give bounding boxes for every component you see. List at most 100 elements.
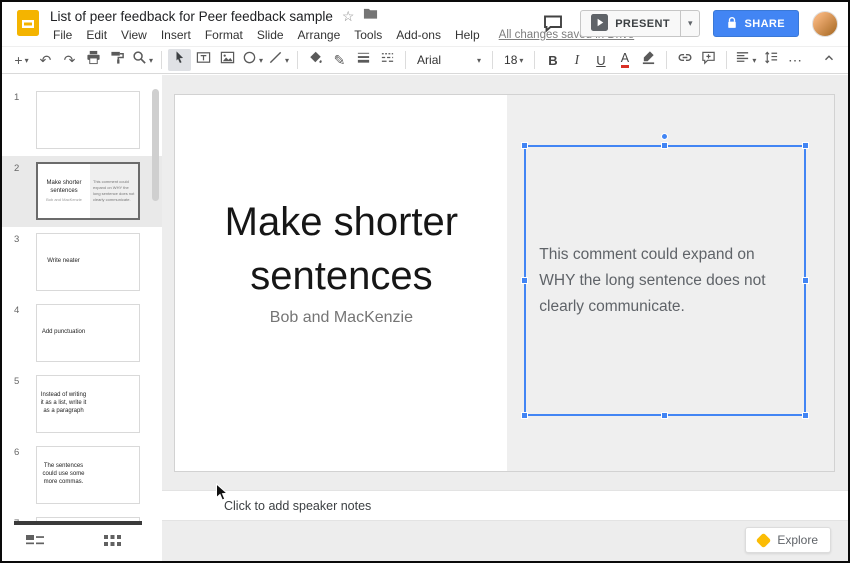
line-spacing-button[interactable] (759, 49, 782, 71)
slide-thumbnail-6[interactable]: 6 The sentences could use some more comm… (2, 440, 162, 511)
menu-edit[interactable]: Edit (79, 26, 114, 44)
slide-thumbnail-2[interactable]: 2 Make shorter sentences Bob and MacKenz… (2, 156, 162, 227)
resize-handle-top[interactable] (661, 142, 669, 150)
border-dash-button[interactable] (376, 49, 399, 71)
slide-title[interactable]: Make shorter sentences (175, 195, 508, 303)
filmstrip-scrollbar[interactable] (152, 89, 159, 201)
line-weight-icon (356, 50, 371, 70)
plus-icon: + (14, 52, 23, 68)
thumbnail-body: This comment could expand on WHY the lon… (93, 179, 135, 202)
resize-handle-left[interactable] (521, 276, 529, 284)
menu-arrange[interactable]: Arrange (291, 26, 348, 44)
slide-thumbnail-5[interactable]: 5 Instead of writing it as a list, write… (2, 369, 162, 440)
thumbnail-title: Make shorter sentences (46, 180, 82, 194)
filmstrip-view-button[interactable] (26, 534, 44, 552)
underline-button[interactable]: U (589, 49, 612, 71)
line-dash-icon (380, 50, 395, 70)
menu-tools[interactable]: Tools (347, 26, 389, 44)
menu-slide[interactable]: Slide (250, 26, 291, 44)
align-button[interactable]: ▾ (733, 49, 758, 71)
toolbar-divider (405, 51, 407, 69)
comment-history-button[interactable] (539, 11, 567, 37)
menu-help[interactable]: Help (448, 26, 487, 44)
highlight-color-button[interactable] (637, 49, 660, 71)
border-weight-button[interactable] (352, 49, 375, 71)
text-color-button[interactable]: A (613, 49, 636, 71)
redo-icon: ↷ (63, 52, 76, 68)
present-button[interactable]: PRESENT ▾ (580, 10, 701, 37)
slide-thumbnail-4[interactable]: 4 Add punctuation (2, 298, 162, 369)
present-label: PRESENT (615, 17, 670, 30)
resize-handle-bottom-left[interactable] (521, 412, 529, 420)
text-color-icon: A (620, 51, 630, 69)
fill-color-button[interactable] (304, 49, 327, 71)
more-options-button[interactable]: ⋯ (783, 49, 806, 71)
image-icon (220, 50, 235, 70)
menu-view[interactable]: View (114, 26, 154, 44)
resize-handle-right[interactable] (802, 276, 810, 284)
thumbnail-title: Write neater (47, 258, 80, 265)
font-family-value: Arial (417, 53, 442, 67)
filmstrip-scroll-area[interactable]: 1 2 Make shorter sentences Bob and MacKe… (2, 75, 162, 525)
select-tool-button[interactable] (168, 49, 192, 71)
menu-addons[interactable]: Add-ons (389, 26, 448, 44)
text-box-content[interactable]: This comment could expand on WHY the lon… (539, 242, 791, 319)
resize-handle-bottom[interactable] (661, 412, 669, 420)
selected-text-box[interactable]: This comment could expand on WHY the lon… (521, 133, 810, 420)
border-color-button[interactable]: ✎ (328, 49, 351, 71)
present-options-button[interactable]: ▾ (679, 11, 700, 36)
insert-shape-button[interactable]: ▾ (240, 49, 265, 71)
resize-handle-top-left[interactable] (521, 142, 529, 150)
print-button[interactable] (82, 49, 105, 71)
bold-button[interactable]: B (541, 49, 564, 71)
slide-canvas[interactable]: Make shorter sentences Bob and MacKenzie… (174, 94, 835, 472)
resize-handle-bottom-right[interactable] (802, 412, 810, 420)
slide-subtitle[interactable]: Bob and MacKenzie (175, 309, 508, 327)
play-icon (591, 13, 609, 34)
font-family-select[interactable]: Arial ▾ (412, 49, 486, 71)
chevron-down-icon: ▾ (477, 55, 482, 65)
folder-icon[interactable] (363, 7, 378, 25)
redo-button[interactable]: ↷ (58, 49, 81, 71)
insert-image-button[interactable] (216, 49, 239, 71)
explore-button[interactable]: Explore (745, 527, 831, 553)
resize-handle-top-right[interactable] (802, 142, 810, 150)
insert-line-button[interactable]: ▾ (266, 49, 291, 71)
paint-format-button[interactable] (106, 49, 129, 71)
lock-icon (727, 16, 737, 32)
text-box-button[interactable] (192, 49, 215, 71)
grid-view-button[interactable] (104, 534, 121, 552)
explore-spark-icon (756, 532, 772, 548)
share-button[interactable]: SHARE (713, 10, 799, 37)
slide-thumbnail-1[interactable]: 1 (2, 85, 162, 156)
insert-comment-button[interactable] (697, 49, 720, 71)
new-slide-button[interactable]: + ▾ (10, 49, 33, 71)
slide-thumbnail-3[interactable]: 3 Write neater (2, 227, 162, 298)
document-title[interactable]: List of peer feedback for Peer feedback … (50, 9, 333, 24)
chevron-down-icon: ▾ (752, 55, 757, 65)
slides-logo-icon[interactable] (15, 9, 41, 37)
canvas-area: Make shorter sentences Bob and MacKenzie… (162, 75, 848, 561)
cursor-arrow-icon (173, 50, 187, 70)
speaker-notes[interactable]: Click to add speaker notes (162, 490, 848, 521)
insert-link-button[interactable] (673, 49, 696, 71)
menu-format[interactable]: Format (198, 26, 250, 44)
slide-number: 2 (14, 163, 20, 174)
account-avatar[interactable] (812, 10, 838, 37)
menu-insert[interactable]: Insert (154, 26, 198, 44)
slide-number: 1 (14, 92, 20, 103)
thumbnail-title: The sentences could use some more commas… (42, 463, 85, 485)
undo-button[interactable]: ↶ (34, 49, 57, 71)
font-size-select[interactable]: 18 ▾ (499, 49, 528, 71)
slide-number: 6 (14, 447, 20, 458)
print-icon (86, 50, 101, 70)
italic-button[interactable]: I (565, 49, 588, 71)
zoom-button[interactable]: ▾ (130, 49, 155, 71)
hide-menus-button[interactable] (817, 49, 840, 71)
menu-file[interactable]: File (46, 26, 79, 44)
toolbar-divider (161, 51, 163, 69)
pencil-icon: ✎ (333, 52, 346, 68)
star-icon[interactable]: ☆ (342, 9, 355, 23)
align-lines-icon (735, 50, 750, 70)
italic-icon: I (574, 52, 580, 67)
